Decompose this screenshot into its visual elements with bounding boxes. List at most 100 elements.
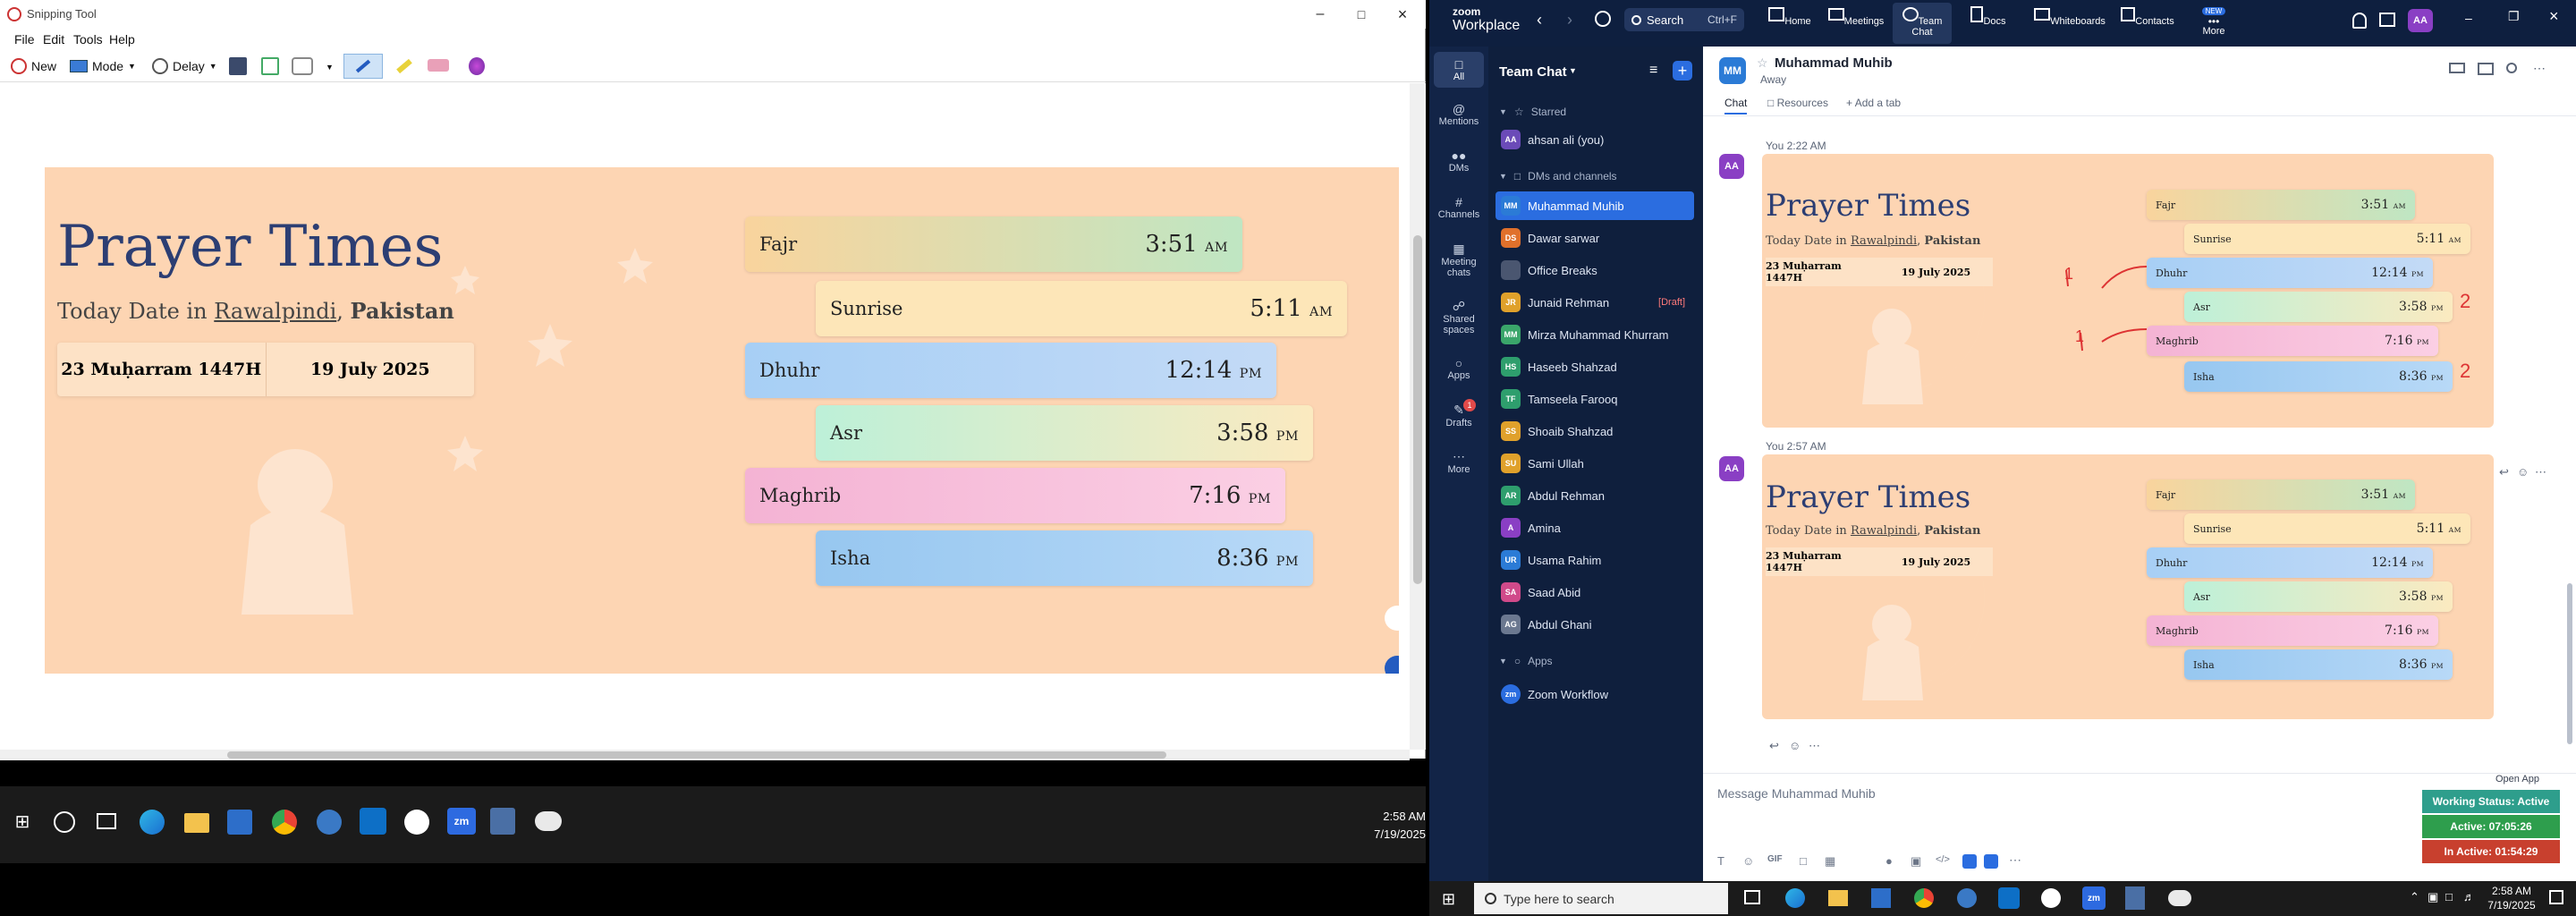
sidebar-item-contact[interactable]: AG Abdul Ghani — [1496, 610, 1694, 639]
taskbar-search-box[interactable]: Type here to search — [1474, 883, 1728, 914]
snipping-taskbar-icon[interactable] — [2168, 890, 2191, 906]
nav-team-chat[interactable]: Team Chat — [1893, 3, 1952, 44]
history-icon[interactable] — [1595, 11, 1611, 27]
sidebar-item-contact[interactable]: AA ahsan ali (you) — [1496, 125, 1694, 154]
code-icon[interactable]: </> — [1936, 854, 1950, 865]
sender-avatar[interactable]: AA — [1719, 456, 1744, 481]
apps-icon[interactable] — [2379, 13, 2395, 27]
pen-icon[interactable] — [343, 54, 383, 79]
section-starred[interactable]: ▼ ☆ Starred — [1499, 106, 1566, 118]
zoom-taskbar-icon[interactable]: zm — [2082, 886, 2106, 910]
app-icon[interactable] — [317, 810, 342, 835]
add-icon[interactable]: + — [1673, 61, 1692, 81]
app-icon[interactable] — [1957, 888, 1977, 908]
emoji-icon[interactable]: ☺ — [1789, 739, 1801, 752]
minimize-icon[interactable]: – — [1308, 4, 1333, 25]
close-icon[interactable]: × — [2549, 7, 2559, 26]
menu-file[interactable]: File — [14, 32, 35, 47]
rail-more[interactable]: ⋯ More — [1429, 449, 1488, 475]
rail-mentions[interactable]: @ Mentions — [1429, 102, 1488, 127]
send-icon[interactable] — [292, 57, 313, 75]
sidebar-item-contact[interactable]: SU Sami Ullah — [1496, 449, 1694, 478]
edge-icon[interactable] — [140, 810, 165, 835]
maximize-icon[interactable]: □ — [1349, 4, 1374, 25]
app-integration-icon[interactable] — [1962, 854, 1977, 869]
nav-contacts[interactable]: Contacts — [2118, 5, 2177, 27]
filter-icon[interactable]: ≡ — [1649, 63, 1657, 79]
emoji-icon[interactable]: ☺ — [1742, 854, 1754, 868]
calculator-icon[interactable] — [490, 808, 515, 835]
horizontal-scrollbar[interactable] — [0, 750, 1410, 760]
rail-channels[interactable]: # Channels — [1429, 195, 1488, 220]
task-view-icon[interactable] — [1744, 890, 1760, 904]
sender-avatar[interactable]: AA — [1719, 154, 1744, 179]
emoji-icon[interactable]: ☺ — [2517, 465, 2529, 479]
rail-meeting-chats[interactable]: ▦ Meeting chats — [1429, 242, 1488, 278]
tray-chevron-icon[interactable]: ⌃ — [2410, 890, 2419, 904]
sidebar-item-zoom-workflow[interactable]: zm Zoom Workflow — [1496, 680, 1694, 708]
vscode-icon[interactable] — [360, 808, 386, 835]
nav-meetings[interactable]: Meetings — [1826, 5, 1885, 27]
chevron-down-icon[interactable]: ▼ — [1569, 66, 1577, 75]
rail-drafts[interactable]: ✎ 1 Drafts — [1429, 399, 1488, 428]
sidebar-item-contact[interactable]: HS Haseeb Shahzad — [1496, 352, 1694, 381]
app-integration-icon[interactable] — [1984, 854, 1998, 869]
vertical-scroll-thumb[interactable] — [1413, 235, 1422, 584]
edge-icon[interactable] — [1785, 888, 1805, 908]
sidebar-item-contact[interactable]: MM Muhammad Muhib — [1496, 191, 1694, 220]
save-icon[interactable] — [229, 57, 247, 75]
sidebar-item-contact[interactable]: AR Abdul Rehman — [1496, 481, 1694, 510]
delay-button[interactable]: Delay ▼ — [152, 55, 217, 77]
tray-app-icon[interactable]: ▣ — [2428, 890, 2438, 904]
screen-share-icon[interactable] — [2478, 63, 2494, 75]
more-dots-icon[interactable]: ⋯ — [1809, 739, 1820, 753]
nav-docs[interactable]: Docs — [1959, 5, 2018, 27]
menu-edit[interactable]: Edit — [43, 32, 64, 47]
rail-dms[interactable]: ●● DMs — [1429, 148, 1488, 174]
more-dots-icon[interactable]: ⋯ — [2535, 465, 2546, 479]
search-box[interactable]: Search Ctrl+F — [1624, 8, 1744, 31]
sidebar-title[interactable]: Team Chat — [1499, 64, 1567, 80]
network-icon[interactable]: □ — [2445, 890, 2453, 903]
task-view-icon[interactable] — [97, 813, 116, 829]
volume-icon[interactable]: ♬ — [2463, 890, 2475, 903]
zoom-taskbar-icon[interactable]: zm — [447, 808, 476, 835]
rail-shared-spaces[interactable]: ☍ Shared spaces — [1429, 299, 1488, 335]
chat-contact-name[interactable]: Muhammad Muhib — [1775, 55, 1893, 71]
file-explorer-icon[interactable] — [1828, 890, 1848, 906]
rail-apps[interactable]: ○ Apps — [1429, 356, 1488, 381]
file-explorer-icon[interactable] — [184, 813, 209, 833]
app2-icon[interactable] — [404, 810, 429, 835]
sidebar-item-contact[interactable]: DS Dawar sarwar — [1496, 224, 1694, 252]
nav-whiteboards[interactable]: Whiteboards — [2025, 5, 2114, 27]
profile-avatar[interactable]: AA — [2408, 9, 2433, 32]
paint3d-icon[interactable] — [469, 57, 485, 75]
app2-icon[interactable] — [2041, 888, 2061, 908]
chat-scroll-thumb[interactable] — [2567, 583, 2572, 744]
section-apps[interactable]: ▼ ○ Apps — [1499, 655, 1553, 667]
sidebar-item-contact[interactable]: SS Shoaib Shahzad — [1496, 417, 1694, 445]
nav-more[interactable]: NEW ••• More — [2184, 5, 2243, 37]
sidebar-item-contact[interactable]: MM Mirza Muhammad Khurram — [1496, 320, 1694, 349]
horizontal-scroll-thumb[interactable] — [227, 751, 1166, 759]
search-icon[interactable] — [54, 811, 75, 833]
notification-icon[interactable] — [2549, 890, 2563, 904]
more-dots-icon[interactable]: ⋯ — [2009, 852, 2021, 868]
store-icon[interactable] — [1871, 888, 1891, 908]
snipping-taskbar-icon[interactable] — [535, 811, 562, 831]
windows-start-icon[interactable]: ⊞ — [13, 811, 32, 832]
open-app-link[interactable]: Open App — [2496, 774, 2539, 785]
search-icon[interactable] — [2506, 63, 2517, 73]
tab-resources[interactable]: □ Resources — [1767, 97, 1828, 109]
menu-help[interactable]: Help — [109, 32, 135, 47]
restore-icon[interactable]: ❐ — [2508, 9, 2520, 24]
sidebar-item-contact[interactable]: A Amina — [1496, 513, 1694, 542]
bell-icon[interactable] — [2352, 13, 2367, 29]
nav-home[interactable]: Home — [1760, 5, 1819, 27]
eraser-icon[interactable] — [428, 59, 449, 72]
section-dms-channels[interactable]: ▼ □ DMs and channels — [1499, 170, 1617, 182]
store-icon[interactable] — [227, 810, 252, 835]
chrome-icon[interactable] — [272, 810, 297, 835]
chevron-down-icon[interactable]: ▼ — [326, 63, 334, 72]
forward-icon[interactable]: › — [1567, 11, 1572, 30]
